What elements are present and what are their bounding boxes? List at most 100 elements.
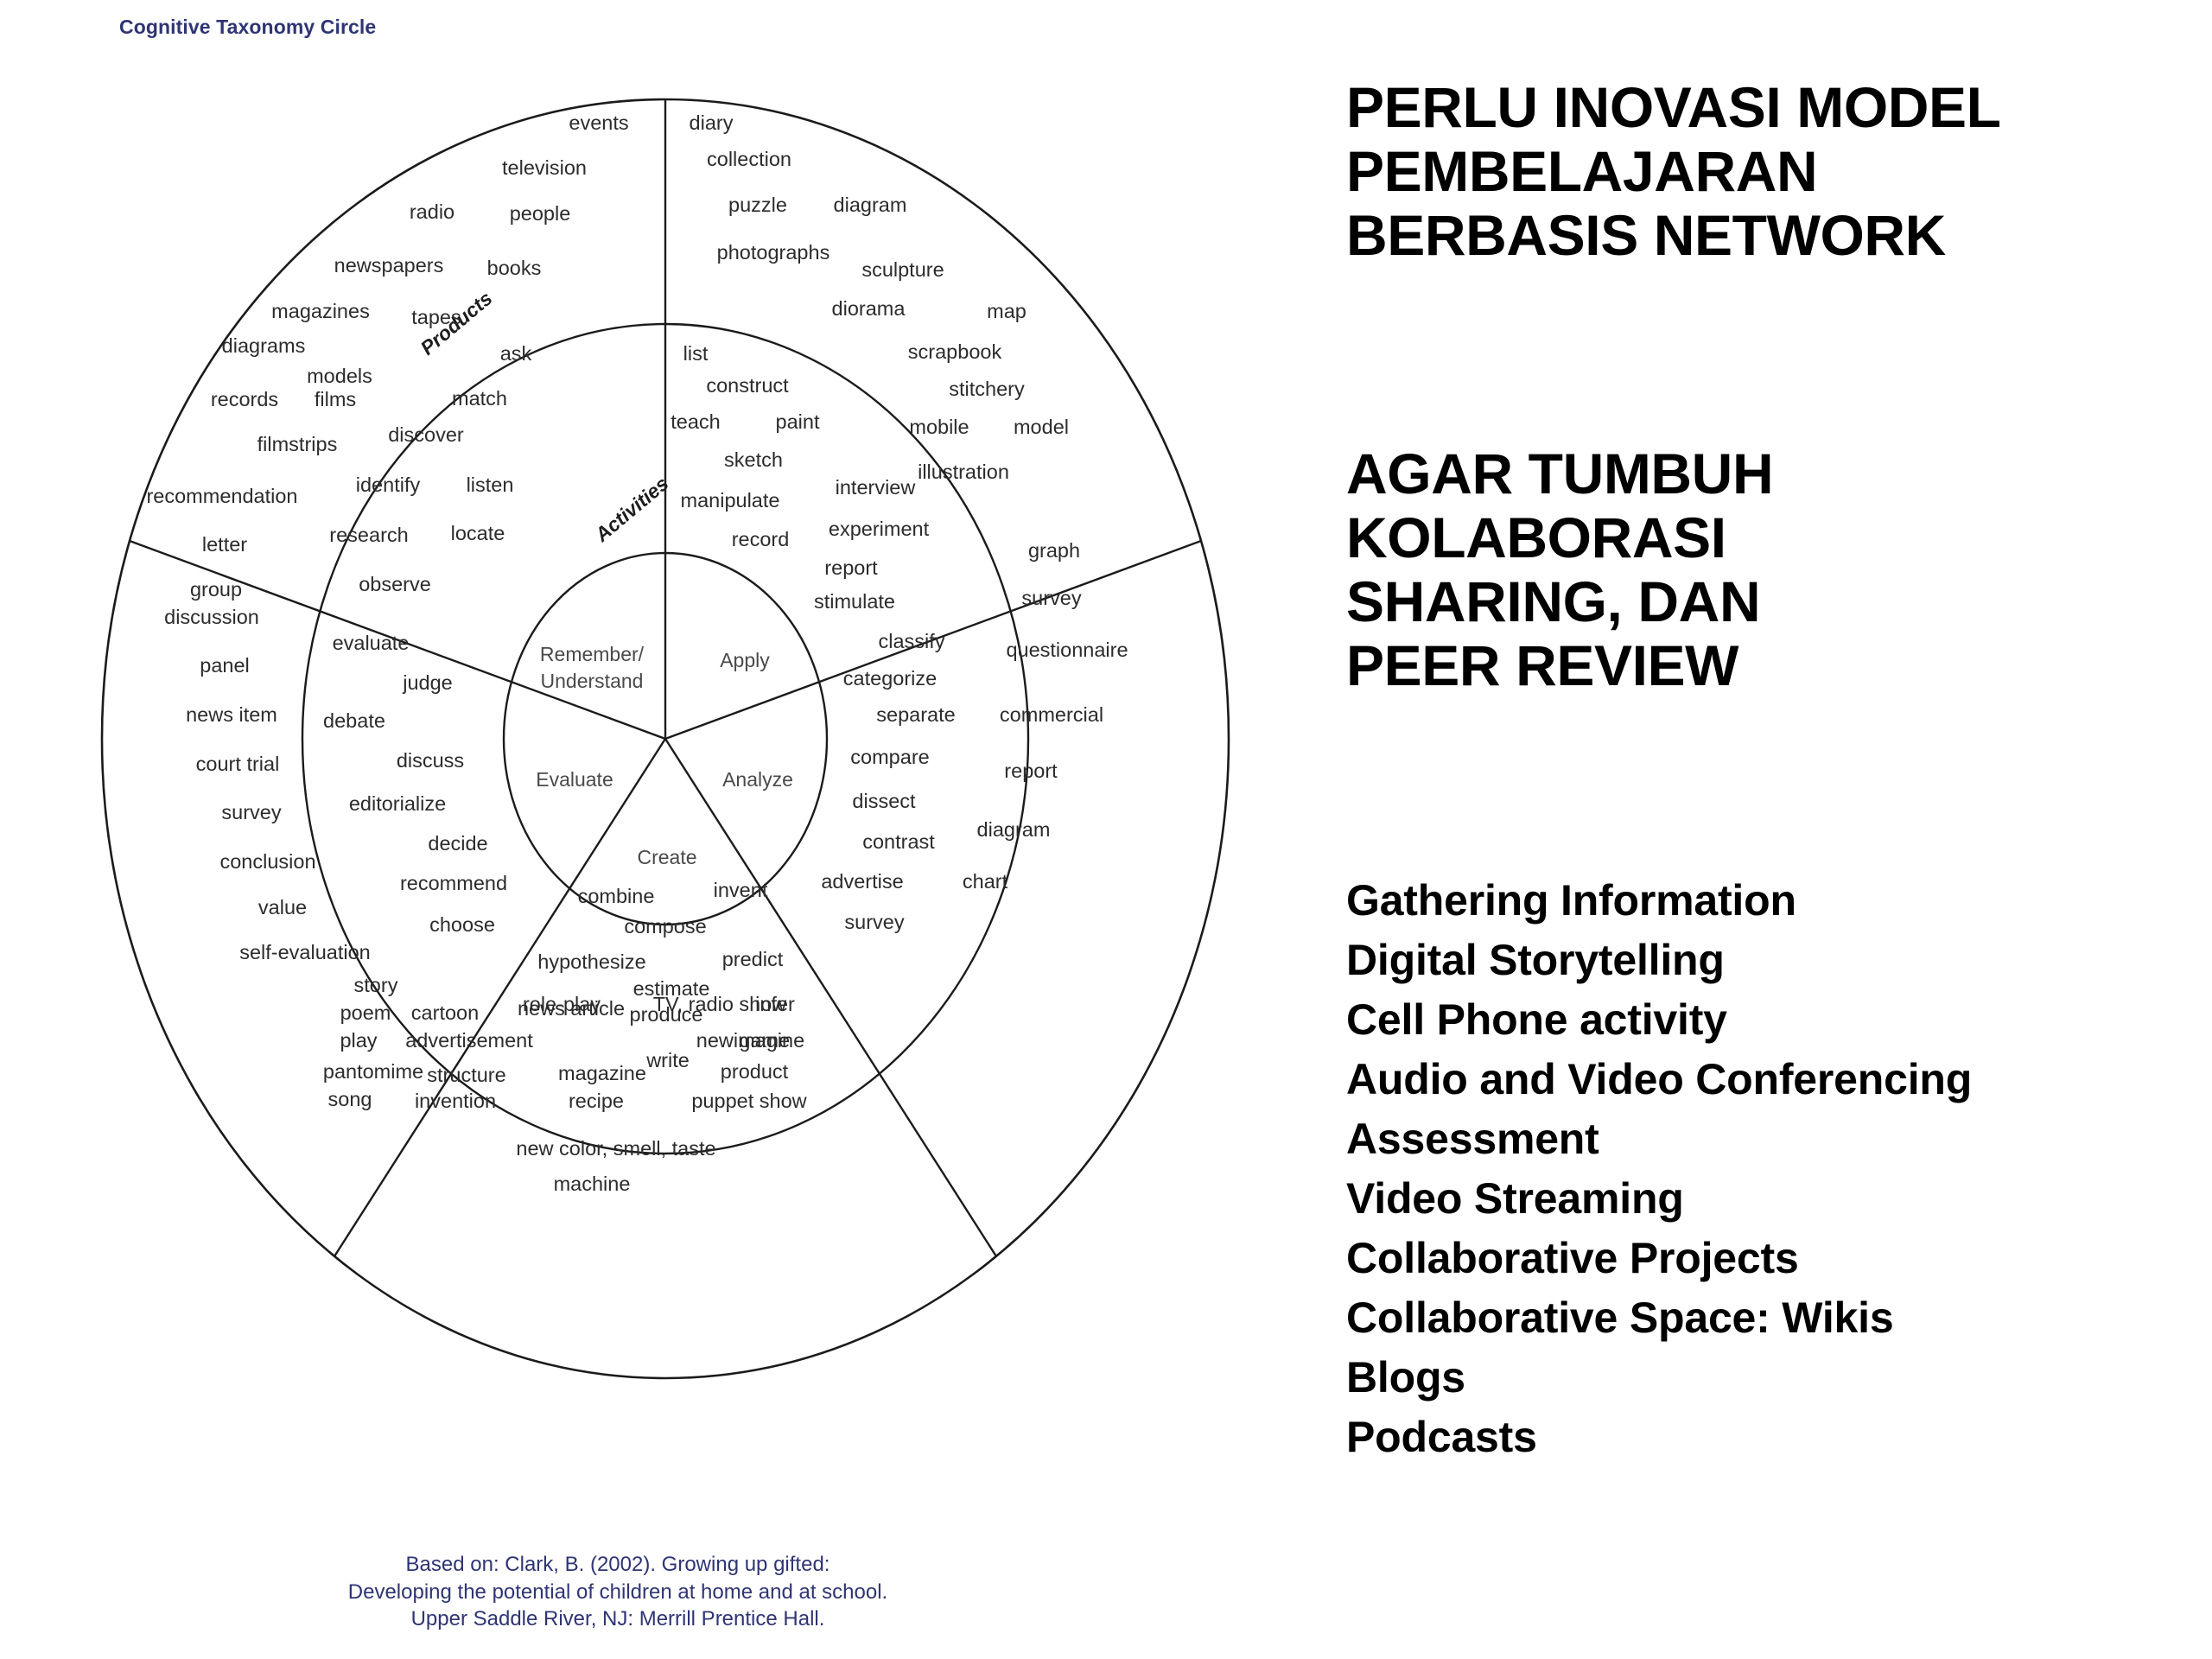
product-song: song [328,1088,372,1110]
activity-debate: debate [323,709,385,732]
product-films: films [315,388,356,410]
activity-classify: classify [878,630,944,652]
product-group: group [190,578,242,601]
product-models: models [307,365,372,387]
product-self-evaluation: self-evaluation [239,941,371,963]
activity-editorialize: editorialize [349,792,446,815]
activity-discuss: discuss [397,749,464,772]
list-item: Assessment [1346,1115,1599,1163]
product-people: people [510,202,571,225]
slide-subheadline: AGAR TUMBUH KOLABORASI SHARING, DAN PEER… [1346,442,2210,698]
product-new-game: new game [696,1029,790,1052]
subhead-line-2: KOLABORASI [1346,505,1726,569]
product-news-item: news item [186,703,277,726]
activity-report: report [824,556,878,579]
product-diagram-right: diagram [977,818,1051,841]
headline-line-2: PEMBELAJARAN [1346,138,1818,203]
product-structure: structure [427,1064,505,1086]
product-diagram-top: diagram [834,194,907,216]
product-chart: chart [963,870,1008,893]
product-filmstrips: filmstrips [257,433,338,455]
list-item: Audio and Video Conferencing [1346,1055,1973,1103]
product-recommendation: recommendation [146,485,297,507]
product-recipe: recipe [569,1090,624,1112]
activity-choose: choose [429,913,495,936]
product-poem: poem [340,1001,391,1024]
product-diagrams: diagrams [222,334,306,357]
product-conclusion: conclusion [219,850,315,873]
slide-headline: PERLU INOVASI MODEL PEMBELAJARAN BERBASI… [1346,75,2210,268]
slide-bullet-list: Gathering Information Digital Storytelli… [1346,871,2210,1467]
activity-teach: teach [671,410,721,433]
product-map: map [987,300,1027,322]
activity-evaluate: evaluate [333,632,410,654]
activity-separate: separate [876,703,955,726]
activity-locate: locate [451,522,505,544]
product-advertisement: advertisement [405,1029,533,1052]
activity-judge: judge [402,671,453,694]
product-panel: panel [200,654,250,677]
citation-line-2: Developing the potential of children at … [347,1580,888,1604]
page-title: Cognitive Taxonomy Circle [119,16,377,38]
headline-line-1: PERLU INOVASI MODEL [1346,75,2001,139]
activity-advertise: advertise [821,870,903,893]
activity-list: list [683,342,709,365]
product-product: product [721,1060,789,1083]
core-label-evaluate: Evaluate [536,768,613,791]
product-events: events [569,111,628,134]
activity-predict: predict [722,948,784,970]
core-label-remember-line1: Remember/ [540,643,645,665]
list-item: Podcasts [1346,1413,1537,1461]
product-news-article: news article [518,997,625,1020]
product-invention: invention [415,1090,496,1112]
activity-discover: discover [388,423,464,446]
activity-experiment: experiment [829,518,930,540]
activity-match: match [452,387,507,410]
citation-line-1: Based on: Clark, B. (2002). Growing up g… [405,1553,830,1576]
list-item: Blogs [1346,1353,1465,1402]
product-play: play [340,1029,377,1052]
product-stitchery: stitchery [949,378,1025,400]
core-label-remember-line2: Understand [541,670,644,692]
activity-manipulate: manipulate [681,489,780,512]
list-item: Digital Storytelling [1346,936,1725,984]
core-label-apply: Apply [720,649,770,671]
taxonomy-wheel: Products Activities Remember/ Understand… [91,52,1240,1538]
product-court-trial: court trial [196,753,280,775]
product-commercial: commercial [1000,703,1103,726]
product-radio: radio [410,200,454,223]
activity-compare: compare [850,746,929,768]
activity-identify: identify [356,474,421,496]
cognitive-taxonomy-circle-panel: Cognitive Taxonomy Circle Products Activ… [0,0,1331,1659]
product-new-color-smell-taste: new color, smell, taste [516,1137,715,1160]
product-books: books [487,257,542,279]
core-label-analyze: Analyze [722,768,793,791]
activity-decide: decide [428,832,487,855]
product-pantomime: pantomime [323,1060,423,1083]
activity-survey: survey [844,911,904,933]
citation-line-3: Upper Saddle River, NJ: Merrill Prentice… [410,1607,825,1631]
product-puzzle: puzzle [728,194,787,216]
product-cartoon: cartoon [411,1001,479,1024]
activity-observe: observe [359,573,431,595]
product-puppet-show: puppet show [691,1090,807,1112]
product-scrapbook: scrapbook [908,340,1002,363]
product-illustration: illustration [918,461,1009,483]
subhead-line-3: SHARING, DAN [1346,569,1761,633]
activity-hypothesize: hypothesize [537,950,645,973]
activity-ask: ask [500,342,532,365]
list-item: Collaborative Projects [1346,1234,1799,1282]
activity-interview: interview [836,476,917,499]
activity-listen: listen [467,474,514,496]
product-model: model [1014,416,1069,438]
activity-paint: paint [776,410,820,433]
product-newspapers: newspapers [334,254,444,276]
activity-invent: invent [714,879,768,901]
product-television: television [502,156,587,179]
product-magazines: magazines [271,300,370,322]
slide-text-panel: PERLU INOVASI MODEL PEMBELAJARAN BERBASI… [1346,0,2212,1659]
taxonomy-wheel-svg: Products Activities Remember/ Understand… [100,98,1230,1380]
subhead-line-4: PEER REVIEW [1346,632,1739,697]
subhead-line-1: AGAR TUMBUH [1346,442,1774,505]
citation-block: Based on: Clark, B. (2002). Growing up g… [0,1551,1236,1633]
